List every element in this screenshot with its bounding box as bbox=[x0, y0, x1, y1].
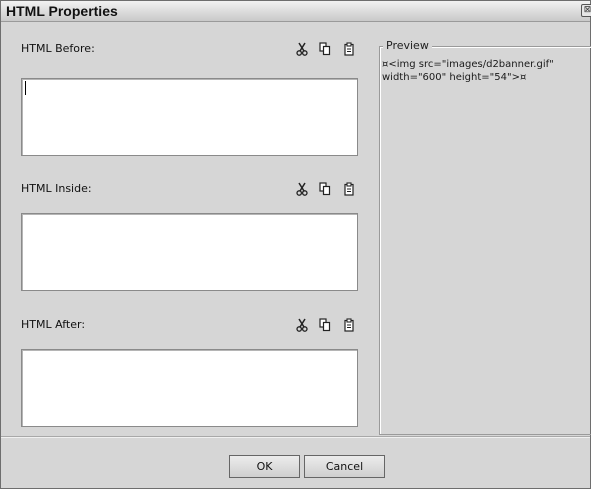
html-before-textarea[interactable] bbox=[21, 78, 358, 156]
html-after-textarea[interactable] bbox=[21, 349, 358, 427]
cut-icon[interactable] bbox=[295, 317, 309, 333]
cut-icon[interactable] bbox=[295, 181, 309, 197]
close-button[interactable]: ⊠ bbox=[581, 4, 591, 17]
copy-icon[interactable] bbox=[318, 181, 332, 197]
paste-icon[interactable] bbox=[342, 181, 356, 197]
title-bar[interactable]: HTML Properties ⊠ bbox=[1, 1, 591, 22]
html-inside-toolbar bbox=[295, 181, 367, 197]
html-inside-label: HTML Inside: bbox=[21, 182, 92, 195]
copy-icon[interactable] bbox=[318, 41, 332, 57]
paste-icon[interactable] bbox=[342, 317, 356, 333]
html-before-toolbar bbox=[295, 41, 367, 57]
html-after-label: HTML After: bbox=[21, 318, 86, 331]
html-inside-textarea[interactable] bbox=[21, 213, 358, 291]
preview-legend: Preview bbox=[383, 39, 432, 52]
button-separator bbox=[1, 436, 590, 438]
cancel-button[interactable]: Cancel bbox=[304, 455, 385, 478]
ok-button[interactable]: OK bbox=[229, 455, 300, 478]
preview-content: ¤<img src="images/d2banner.gif" width="6… bbox=[382, 59, 554, 83]
html-before-label: HTML Before: bbox=[21, 42, 95, 55]
cut-icon[interactable] bbox=[295, 41, 309, 57]
dialog-title: HTML Properties bbox=[6, 3, 118, 19]
copy-icon[interactable] bbox=[318, 317, 332, 333]
text-caret bbox=[25, 81, 26, 95]
html-after-toolbar bbox=[295, 317, 367, 333]
html-properties-dialog: HTML Properties ⊠ HTML Before: HTML Insi… bbox=[0, 0, 591, 489]
paste-icon[interactable] bbox=[342, 41, 356, 57]
dialog-body: HTML Before: HTML Inside: HTML After: Pr… bbox=[10, 31, 591, 447]
preview-panel bbox=[379, 46, 591, 435]
